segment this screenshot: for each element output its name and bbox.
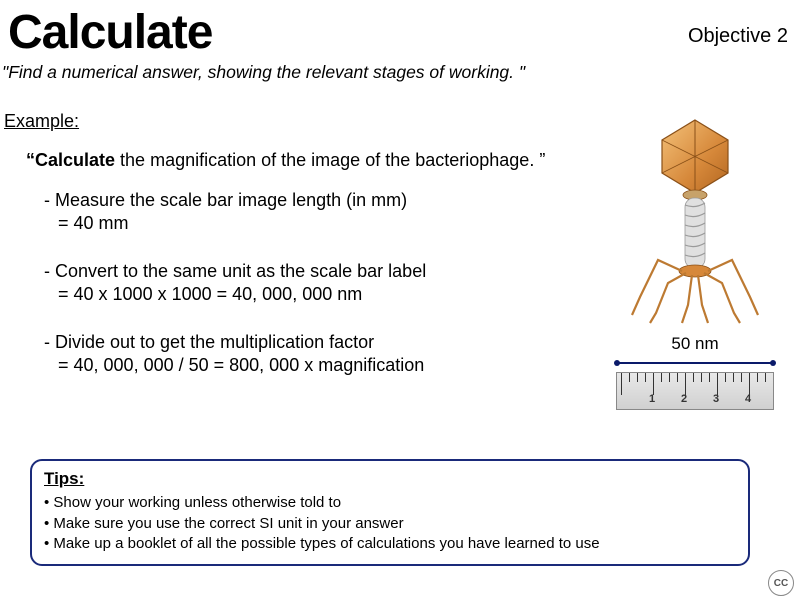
ruler-num-4: 4	[745, 393, 751, 405]
scale-bar	[616, 356, 774, 370]
step-2-line1: - Convert to the same unit as the scale …	[44, 261, 426, 281]
tips-box: Tips: • Show your working unless otherwi…	[30, 459, 750, 566]
cc-badge-icon: CC	[768, 570, 794, 596]
step-3-line1: - Divide out to get the multiplication f…	[44, 332, 374, 352]
scale-label: 50 nm	[610, 334, 780, 354]
step-3-line2: = 40, 000, 000 / 50 = 800, 000 x magnifi…	[44, 354, 540, 377]
step-1-line2: = 40 mm	[44, 212, 540, 235]
scale-line	[616, 362, 774, 364]
scale-dot-right	[770, 360, 776, 366]
header: Calculate Objective 2	[0, 0, 800, 60]
tip-3: • Make up a booklet of all the possible …	[44, 534, 736, 554]
step-2-line2: = 40 x 1000 x 1000 = 40, 000, 000 nm	[44, 283, 540, 306]
step-1-line1: - Measure the scale bar image length (in…	[44, 190, 407, 210]
example-prompt-rest: the magnification of the image of the ba…	[115, 150, 545, 170]
ruler-num-3: 3	[713, 393, 719, 405]
tips-list: • Show your working unless otherwise tol…	[44, 493, 736, 554]
ruler-num-2: 2	[681, 393, 687, 405]
ruler-icon: 1 2 3 4	[616, 372, 774, 410]
tips-title: Tips:	[44, 469, 736, 489]
ruler-num-1: 1	[649, 393, 655, 405]
tip-1: • Show your working unless otherwise tol…	[44, 493, 736, 513]
tip-2: • Make sure you use the correct SI unit …	[44, 514, 736, 534]
objective-label: Objective 2	[688, 25, 788, 48]
steps-list: - Measure the scale bar image length (in…	[0, 171, 540, 376]
bacteriophage-icon	[620, 115, 770, 325]
step-1: - Measure the scale bar image length (in…	[44, 189, 540, 234]
bacteriophage-figure: 50 nm 1 2 3 4	[610, 115, 780, 410]
page-title: Calculate	[8, 5, 800, 60]
example-prompt-bold: “Calculate	[26, 150, 115, 170]
definition-quote: "Find a numerical answer, showing the re…	[0, 60, 800, 83]
step-2: - Convert to the same unit as the scale …	[44, 260, 540, 305]
step-3: - Divide out to get the multiplication f…	[44, 331, 540, 376]
